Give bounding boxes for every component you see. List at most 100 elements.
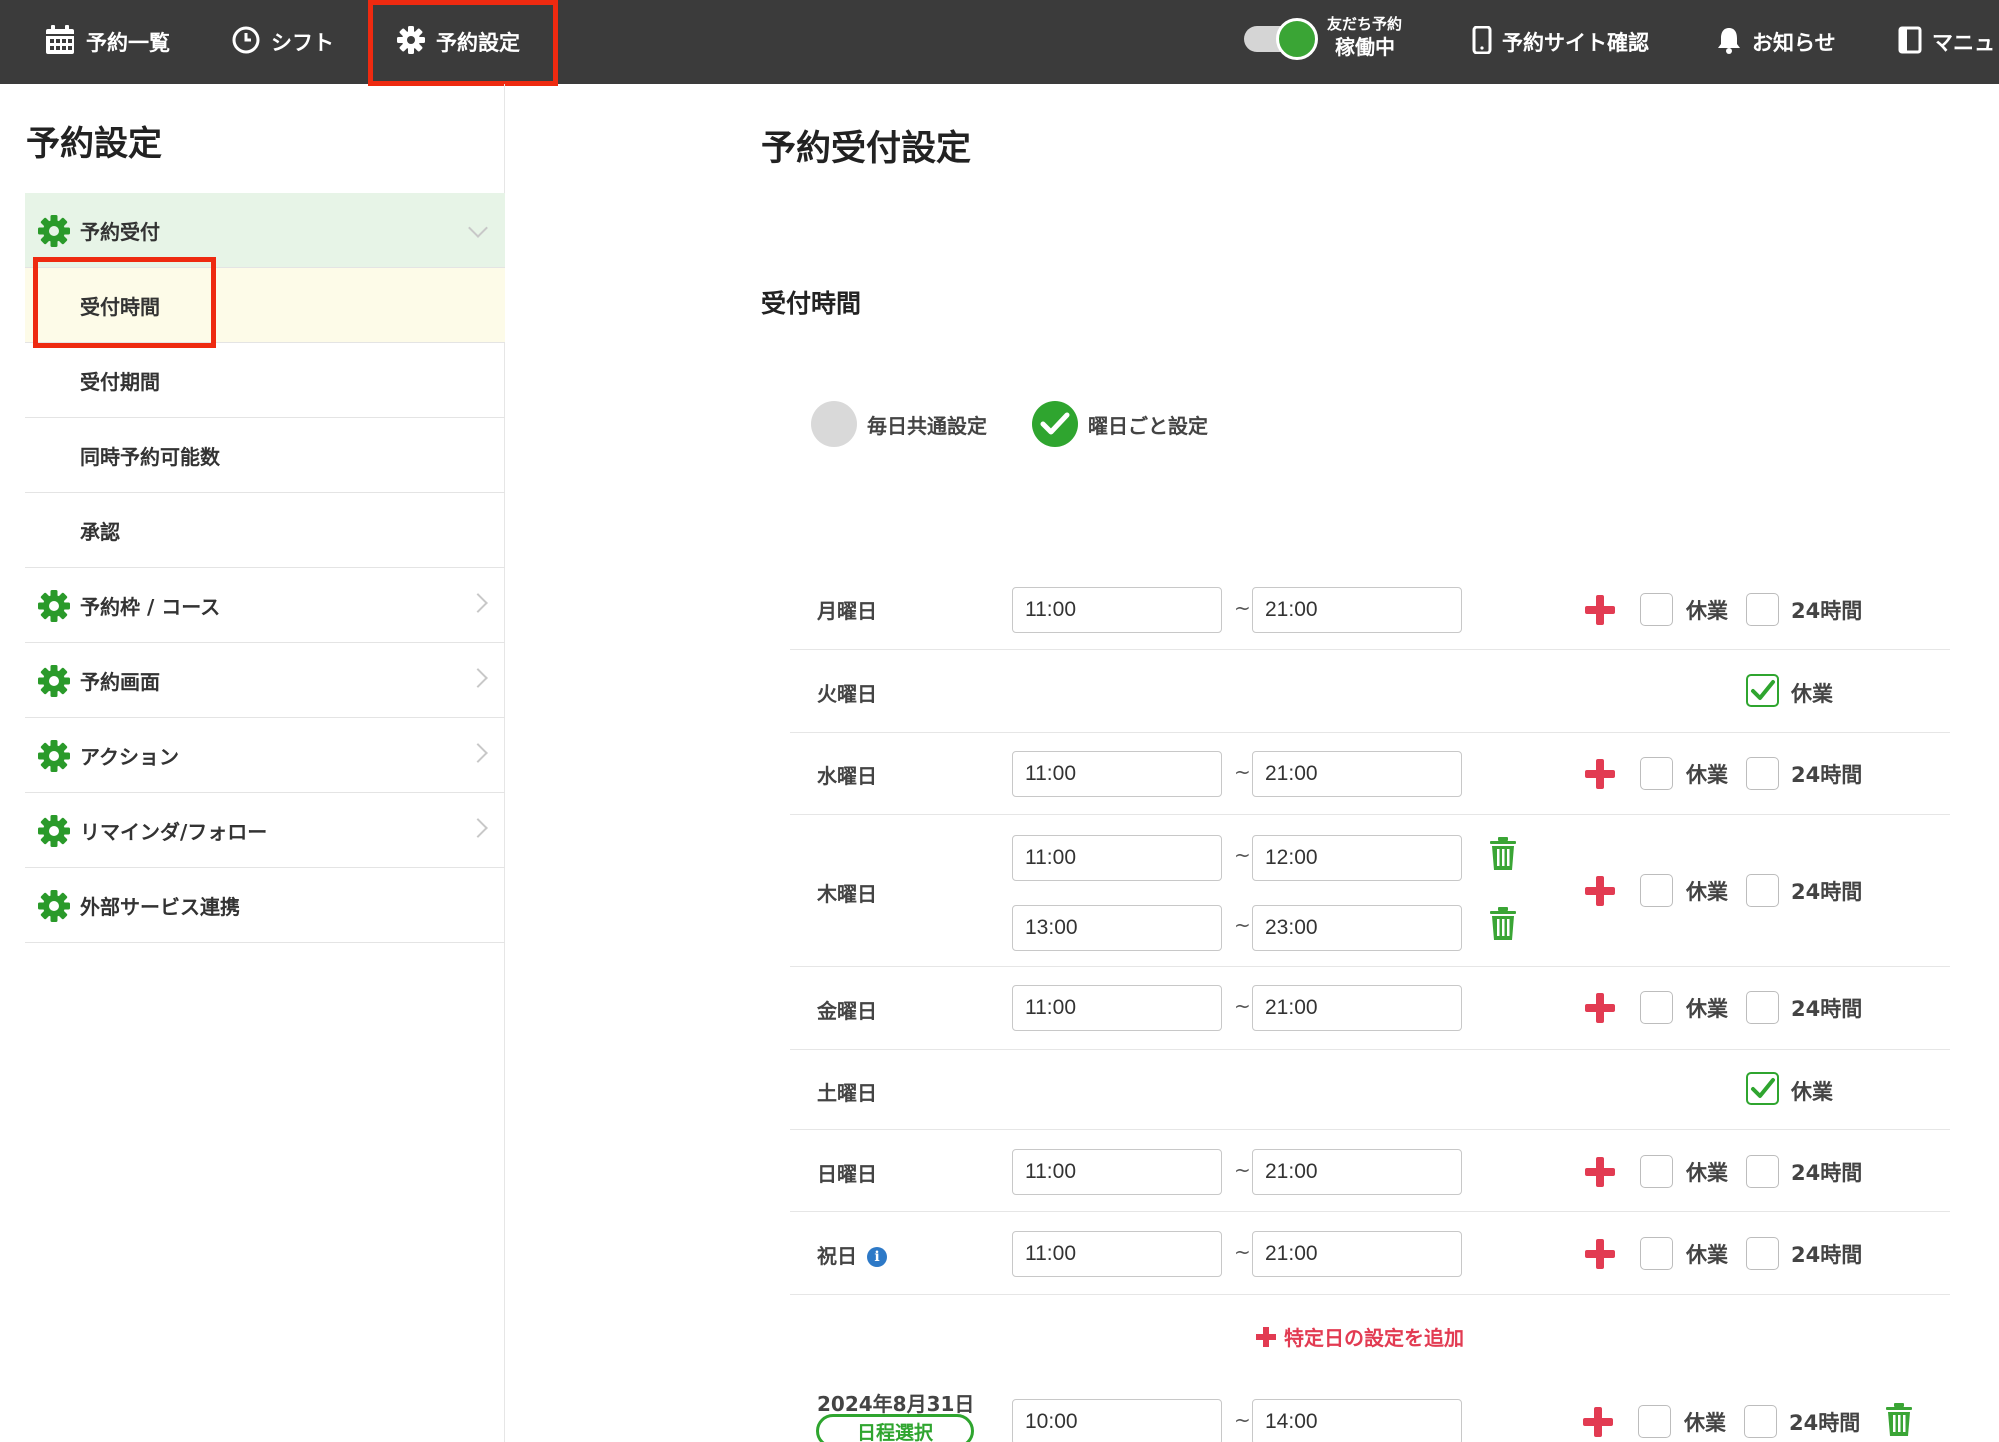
start-time-input[interactable] — [1012, 985, 1222, 1031]
trash-icon[interactable] — [1488, 837, 1518, 871]
start-time-input[interactable] — [1012, 1149, 1222, 1195]
day-label: 土曜日 — [817, 1081, 877, 1105]
day-label: 日曜日 — [817, 1162, 877, 1186]
page-title: 予約受付設定 — [761, 129, 972, 169]
closed-checkbox-checked[interactable] — [1746, 1072, 1779, 1105]
day-row-wednesday: 水曜日 ~ 休業 24時間 — [790, 733, 1950, 815]
start-time-input[interactable] — [1012, 587, 1222, 633]
end-time-input[interactable] — [1252, 905, 1462, 951]
nav-reservation-list[interactable]: 予約一覧 — [44, 0, 170, 84]
sidebar-item-label: リマインダ/フォロー — [80, 819, 268, 844]
sidebar-item-reservation-acceptance[interactable]: 予約受付 — [25, 193, 505, 268]
sidebar-item-label: 外部サービス連携 — [80, 894, 240, 919]
sidebar-item-acceptance-period[interactable]: 受付期間 — [25, 343, 505, 418]
closed-label: 休業 — [1686, 763, 1728, 787]
nav-shift[interactable]: シフト — [231, 0, 334, 84]
start-time-input[interactable] — [1012, 1399, 1222, 1442]
chevron-down-icon — [468, 218, 488, 238]
info-icon[interactable]: i — [867, 1247, 887, 1267]
closed-checkbox[interactable] — [1640, 991, 1673, 1024]
gear-icon — [38, 590, 70, 622]
sidebar-item-acceptance-time[interactable]: 受付時間 — [25, 268, 505, 343]
add-slot-plus-icon[interactable] — [1585, 1157, 1615, 1187]
closed-checkbox[interactable] — [1640, 593, 1673, 626]
nav-manual[interactable]: マニュ — [1898, 0, 1995, 84]
day-row-thursday: 木曜日 ~ ~ 休業 24時間 — [790, 815, 1950, 967]
add-special-date-link[interactable]: 特定日の設定を追加 — [1256, 1322, 1464, 1351]
closed-checkbox[interactable] — [1640, 1237, 1673, 1270]
end-time-input[interactable] — [1252, 587, 1462, 633]
nav-reservation-settings[interactable]: 予約設定 — [396, 0, 520, 84]
sidebar-item-reservation-screen[interactable]: 予約画面 — [25, 643, 505, 718]
chevron-right-icon — [468, 818, 488, 838]
sidebar-item-label: 予約枠 / コース — [80, 594, 221, 619]
date-select-badge[interactable]: 日程選択 — [816, 1414, 974, 1442]
sidebar-item-concurrent-limit[interactable]: 同時予約可能数 — [25, 418, 505, 493]
closed-label: 休業 — [1791, 682, 1833, 706]
friend-reservation-toggle[interactable] — [1244, 18, 1320, 60]
gear-icon — [38, 665, 70, 697]
sidebar-item-slots-courses[interactable]: 予約枠 / コース — [25, 568, 505, 643]
nav-site-preview[interactable]: 予約サイト確認 — [1472, 0, 1649, 84]
end-time-input[interactable] — [1252, 751, 1462, 797]
sidebar-item-label: 同時予約可能数 — [80, 444, 220, 469]
end-time-input[interactable] — [1252, 985, 1462, 1031]
day-row-holiday: 祝日 i ~ 休業 24時間 — [790, 1212, 1950, 1295]
add-slot-plus-icon[interactable] — [1585, 1239, 1615, 1269]
allday-checkbox[interactable] — [1746, 874, 1779, 907]
nav-reservation-list-label: 予約一覧 — [86, 31, 170, 55]
allday-checkbox[interactable] — [1746, 1237, 1779, 1270]
end-time-input[interactable] — [1252, 1149, 1462, 1195]
nav-notifications[interactable]: お知らせ — [1716, 0, 1836, 84]
toggle-knob — [1276, 18, 1318, 60]
start-time-input[interactable] — [1012, 835, 1222, 881]
calendar-icon — [44, 24, 76, 61]
add-slot-plus-icon[interactable] — [1585, 759, 1615, 789]
sidebar-item-approval[interactable]: 承認 — [25, 493, 505, 568]
allday-checkbox[interactable] — [1746, 1155, 1779, 1188]
allday-checkbox[interactable] — [1744, 1405, 1777, 1438]
add-slot-plus-icon[interactable] — [1585, 876, 1615, 906]
closed-label: 休業 — [1791, 1080, 1833, 1104]
allday-checkbox[interactable] — [1746, 757, 1779, 790]
closed-checkbox[interactable] — [1638, 1405, 1671, 1438]
start-time-input[interactable] — [1012, 1231, 1222, 1277]
start-time-input[interactable] — [1012, 751, 1222, 797]
chevron-right-icon — [468, 593, 488, 613]
sidebar-item-label: 予約受付 — [80, 219, 160, 244]
trash-icon[interactable] — [1884, 1403, 1914, 1437]
book-icon — [1898, 26, 1922, 59]
allday-label: 24時間 — [1791, 763, 1863, 787]
trash-icon[interactable] — [1488, 907, 1518, 941]
closed-checkbox-checked[interactable] — [1746, 674, 1779, 707]
clock-icon — [231, 25, 261, 60]
sidebar-item-reminder-follow[interactable]: リマインダ/フォロー — [25, 793, 505, 868]
allday-label: 24時間 — [1791, 880, 1863, 904]
end-time-input[interactable] — [1252, 1231, 1462, 1277]
end-time-input[interactable] — [1252, 1399, 1462, 1442]
sidebar-item-label: アクション — [80, 744, 179, 769]
main-content: 予約受付設定 受付時間 毎日共通設定 曜日ごと設定 月曜日 ~ 休業 24時間 … — [505, 84, 1999, 1442]
end-time-input[interactable] — [1252, 835, 1462, 881]
sidebar-item-actions[interactable]: アクション — [25, 718, 505, 793]
gear-icon — [38, 740, 70, 772]
closed-checkbox[interactable] — [1640, 757, 1673, 790]
allday-checkbox[interactable] — [1746, 593, 1779, 626]
add-slot-plus-icon[interactable] — [1583, 1407, 1613, 1437]
add-slot-plus-icon[interactable] — [1585, 993, 1615, 1023]
closed-checkbox[interactable] — [1640, 1155, 1673, 1188]
gear-icon — [38, 215, 70, 247]
allday-checkbox[interactable] — [1746, 991, 1779, 1024]
day-row-sunday: 日曜日 ~ 休業 24時間 — [790, 1130, 1950, 1212]
start-time-input[interactable] — [1012, 905, 1222, 951]
chevron-right-icon — [468, 668, 488, 688]
sidebar-item-external-services[interactable]: 外部サービス連携 — [25, 868, 505, 943]
closed-checkbox[interactable] — [1640, 874, 1673, 907]
add-slot-plus-icon[interactable] — [1585, 595, 1615, 625]
mode-per-weekday[interactable]: 曜日ごと設定 — [1032, 400, 1208, 448]
mode-common-daily[interactable]: 毎日共通設定 — [811, 400, 987, 448]
toggle-status-label: 友だち予約 稼働中 — [1327, 14, 1402, 60]
nav-shift-label: シフト — [271, 31, 334, 55]
mode-label: 毎日共通設定 — [867, 413, 987, 438]
settings-menu: 予約受付 受付時間 受付期間 同時予約可能数 承認 予約枠 / コース 予約画面… — [25, 193, 505, 943]
